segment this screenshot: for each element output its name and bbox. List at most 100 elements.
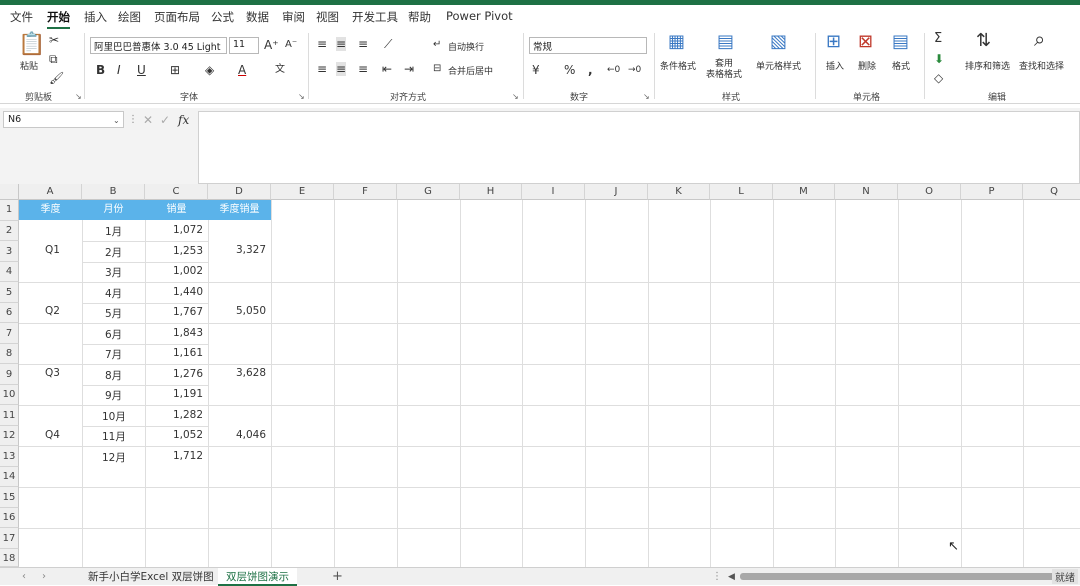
name-box[interactable]: N6 [3,111,124,128]
header-cell-sales[interactable]: 销量 [145,200,208,220]
paste-label[interactable]: 粘贴 [20,59,38,72]
sheet-tab[interactable]: 新手小白学Excel 双层饼图 [80,568,222,586]
sales-cell[interactable]: 1,161 [173,347,203,359]
find-select-button[interactable]: 查找和选择 [1019,59,1064,72]
column-header[interactable]: L [710,184,773,200]
row-header[interactable]: 16 [0,508,19,528]
add-sheet-icon[interactable]: + [332,570,343,584]
row-header[interactable]: 11 [0,405,19,426]
month-cell[interactable]: 6月 [105,327,122,342]
decrease-decimal-icon[interactable]: →0 [628,63,641,77]
sort-filter-icon[interactable]: ⇅ [976,32,991,50]
font-name-select[interactable]: 阿里巴巴普惠体 3.0 45 Light [90,37,227,54]
conditional-format-icon[interactable]: ▦ [668,33,685,51]
menu-data[interactable]: 数据 [246,9,269,25]
menu-developer[interactable]: 开发工具 [352,9,398,25]
orientation-icon[interactable]: ⟋ [384,37,392,51]
menu-view[interactable]: 视图 [316,9,339,25]
menu-review[interactable]: 审阅 [282,9,305,25]
align-middle-icon[interactable]: ≡ [336,37,347,51]
row-header[interactable]: 4 [0,262,19,282]
menu-file[interactable]: 文件 [10,9,33,25]
menu-home[interactable]: 开始 [47,9,70,29]
delete-cells-icon[interactable]: ⊠ [858,33,873,51]
header-cell-month[interactable]: 月份 [82,200,145,220]
row-header[interactable]: 5 [0,282,19,303]
autosum-icon[interactable]: Σ [934,32,942,46]
row-header[interactable]: 14 [0,467,19,487]
cut-icon[interactable]: ✂ [49,33,59,47]
more-options-icon[interactable]: ⋮ [128,113,138,127]
row-header[interactable]: 12 [0,426,19,446]
sales-cell[interactable]: 1,440 [173,286,203,298]
bold-icon[interactable]: B [96,63,105,77]
column-header[interactable]: G [397,184,460,200]
merge-center-icon[interactable]: ⊟ [433,62,441,76]
scroll-left-icon[interactable]: ◀ [728,570,735,584]
column-header[interactable]: D [208,184,271,200]
column-header[interactable]: Q [1023,184,1080,200]
phonetic-icon[interactable]: 文 [275,63,285,77]
merge-center-button[interactable]: 合并后居中 [448,64,493,77]
conditional-format-button[interactable]: 条件格式 [660,59,696,72]
align-left-icon[interactable]: ≡ [317,62,327,76]
underline-icon[interactable]: U [137,63,146,77]
quarter-cell[interactable]: Q4 [45,429,60,441]
insert-function-icon[interactable]: fx [178,113,189,127]
quarter-cell[interactable]: Q1 [45,244,60,256]
column-header[interactable]: N [835,184,898,200]
sales-cell[interactable]: 1,052 [173,429,203,441]
insert-cells-icon[interactable]: ⊞ [826,33,841,51]
tab-options-icon[interactable]: ⋮ [712,570,722,584]
column-header[interactable]: J [585,184,648,200]
row-header[interactable]: 10 [0,385,19,405]
sales-cell[interactable]: 1,002 [173,265,203,277]
quarter-total-cell[interactable]: 4,046 [236,429,266,441]
currency-icon[interactable]: ¥ [532,63,540,77]
align-top-icon[interactable]: ≡ [317,37,327,51]
increase-decimal-icon[interactable]: ←0 [607,63,620,77]
tab-prev-icon[interactable]: ‹ [22,570,26,584]
sales-cell[interactable]: 1,276 [173,368,203,380]
cell-styles-icon[interactable]: ▧ [770,33,787,51]
sales-cell[interactable]: 1,843 [173,327,203,339]
decrease-font-icon[interactable]: A⁻ [285,38,297,52]
sales-cell[interactable]: 1,253 [173,245,203,257]
enter-icon[interactable]: ✓ [160,113,170,127]
month-cell[interactable]: 11月 [102,429,126,444]
insert-cells-button[interactable]: 插入 [826,59,844,72]
quarter-total-cell[interactable]: 5,050 [236,305,266,317]
decrease-indent-icon[interactable]: ⇤ [382,62,392,76]
table-format-icon[interactable]: ▤ [717,33,734,51]
fill-color-icon[interactable]: ◈ [205,63,214,77]
number-format-select[interactable]: 常规 [529,37,647,54]
column-header[interactable]: F [334,184,397,200]
clear-icon[interactable]: ◇ [934,71,943,85]
row-header[interactable]: 6 [0,303,19,323]
row-header[interactable]: 17 [0,528,19,549]
wrap-text-icon[interactable]: ↵ [433,38,441,52]
menu-help[interactable]: 帮助 [408,9,431,25]
month-cell[interactable]: 2月 [105,245,122,260]
month-cell[interactable]: 10月 [102,409,126,424]
row-header[interactable]: 18 [0,549,19,567]
sales-cell[interactable]: 1,282 [173,409,203,421]
align-right-icon[interactable]: ≡ [358,62,368,76]
find-select-icon[interactable]: ⌕ [1034,29,1045,49]
column-header[interactable]: O [898,184,961,200]
select-all-corner[interactable] [0,184,19,200]
row-header[interactable]: 9 [0,364,19,385]
cell-styles-button[interactable]: 单元格样式 [756,59,801,72]
column-header[interactable]: E [271,184,334,200]
sort-filter-button[interactable]: 排序和筛选 [965,59,1010,72]
sales-cell[interactable]: 1,767 [173,306,203,318]
number-launcher-icon[interactable]: ↘ [643,92,650,101]
format-cells-icon[interactable]: ▤ [892,33,909,51]
quarter-total-cell[interactable]: 3,628 [236,367,266,379]
font-color-icon[interactable]: A [238,63,246,77]
menu-formulas[interactable]: 公式 [211,9,234,25]
font-launcher-icon[interactable]: ↘ [298,92,305,101]
sheet-tab-active[interactable]: 双层饼图演示 [218,568,297,586]
column-header[interactable]: I [522,184,585,200]
quarter-cell[interactable]: Q3 [45,367,60,379]
